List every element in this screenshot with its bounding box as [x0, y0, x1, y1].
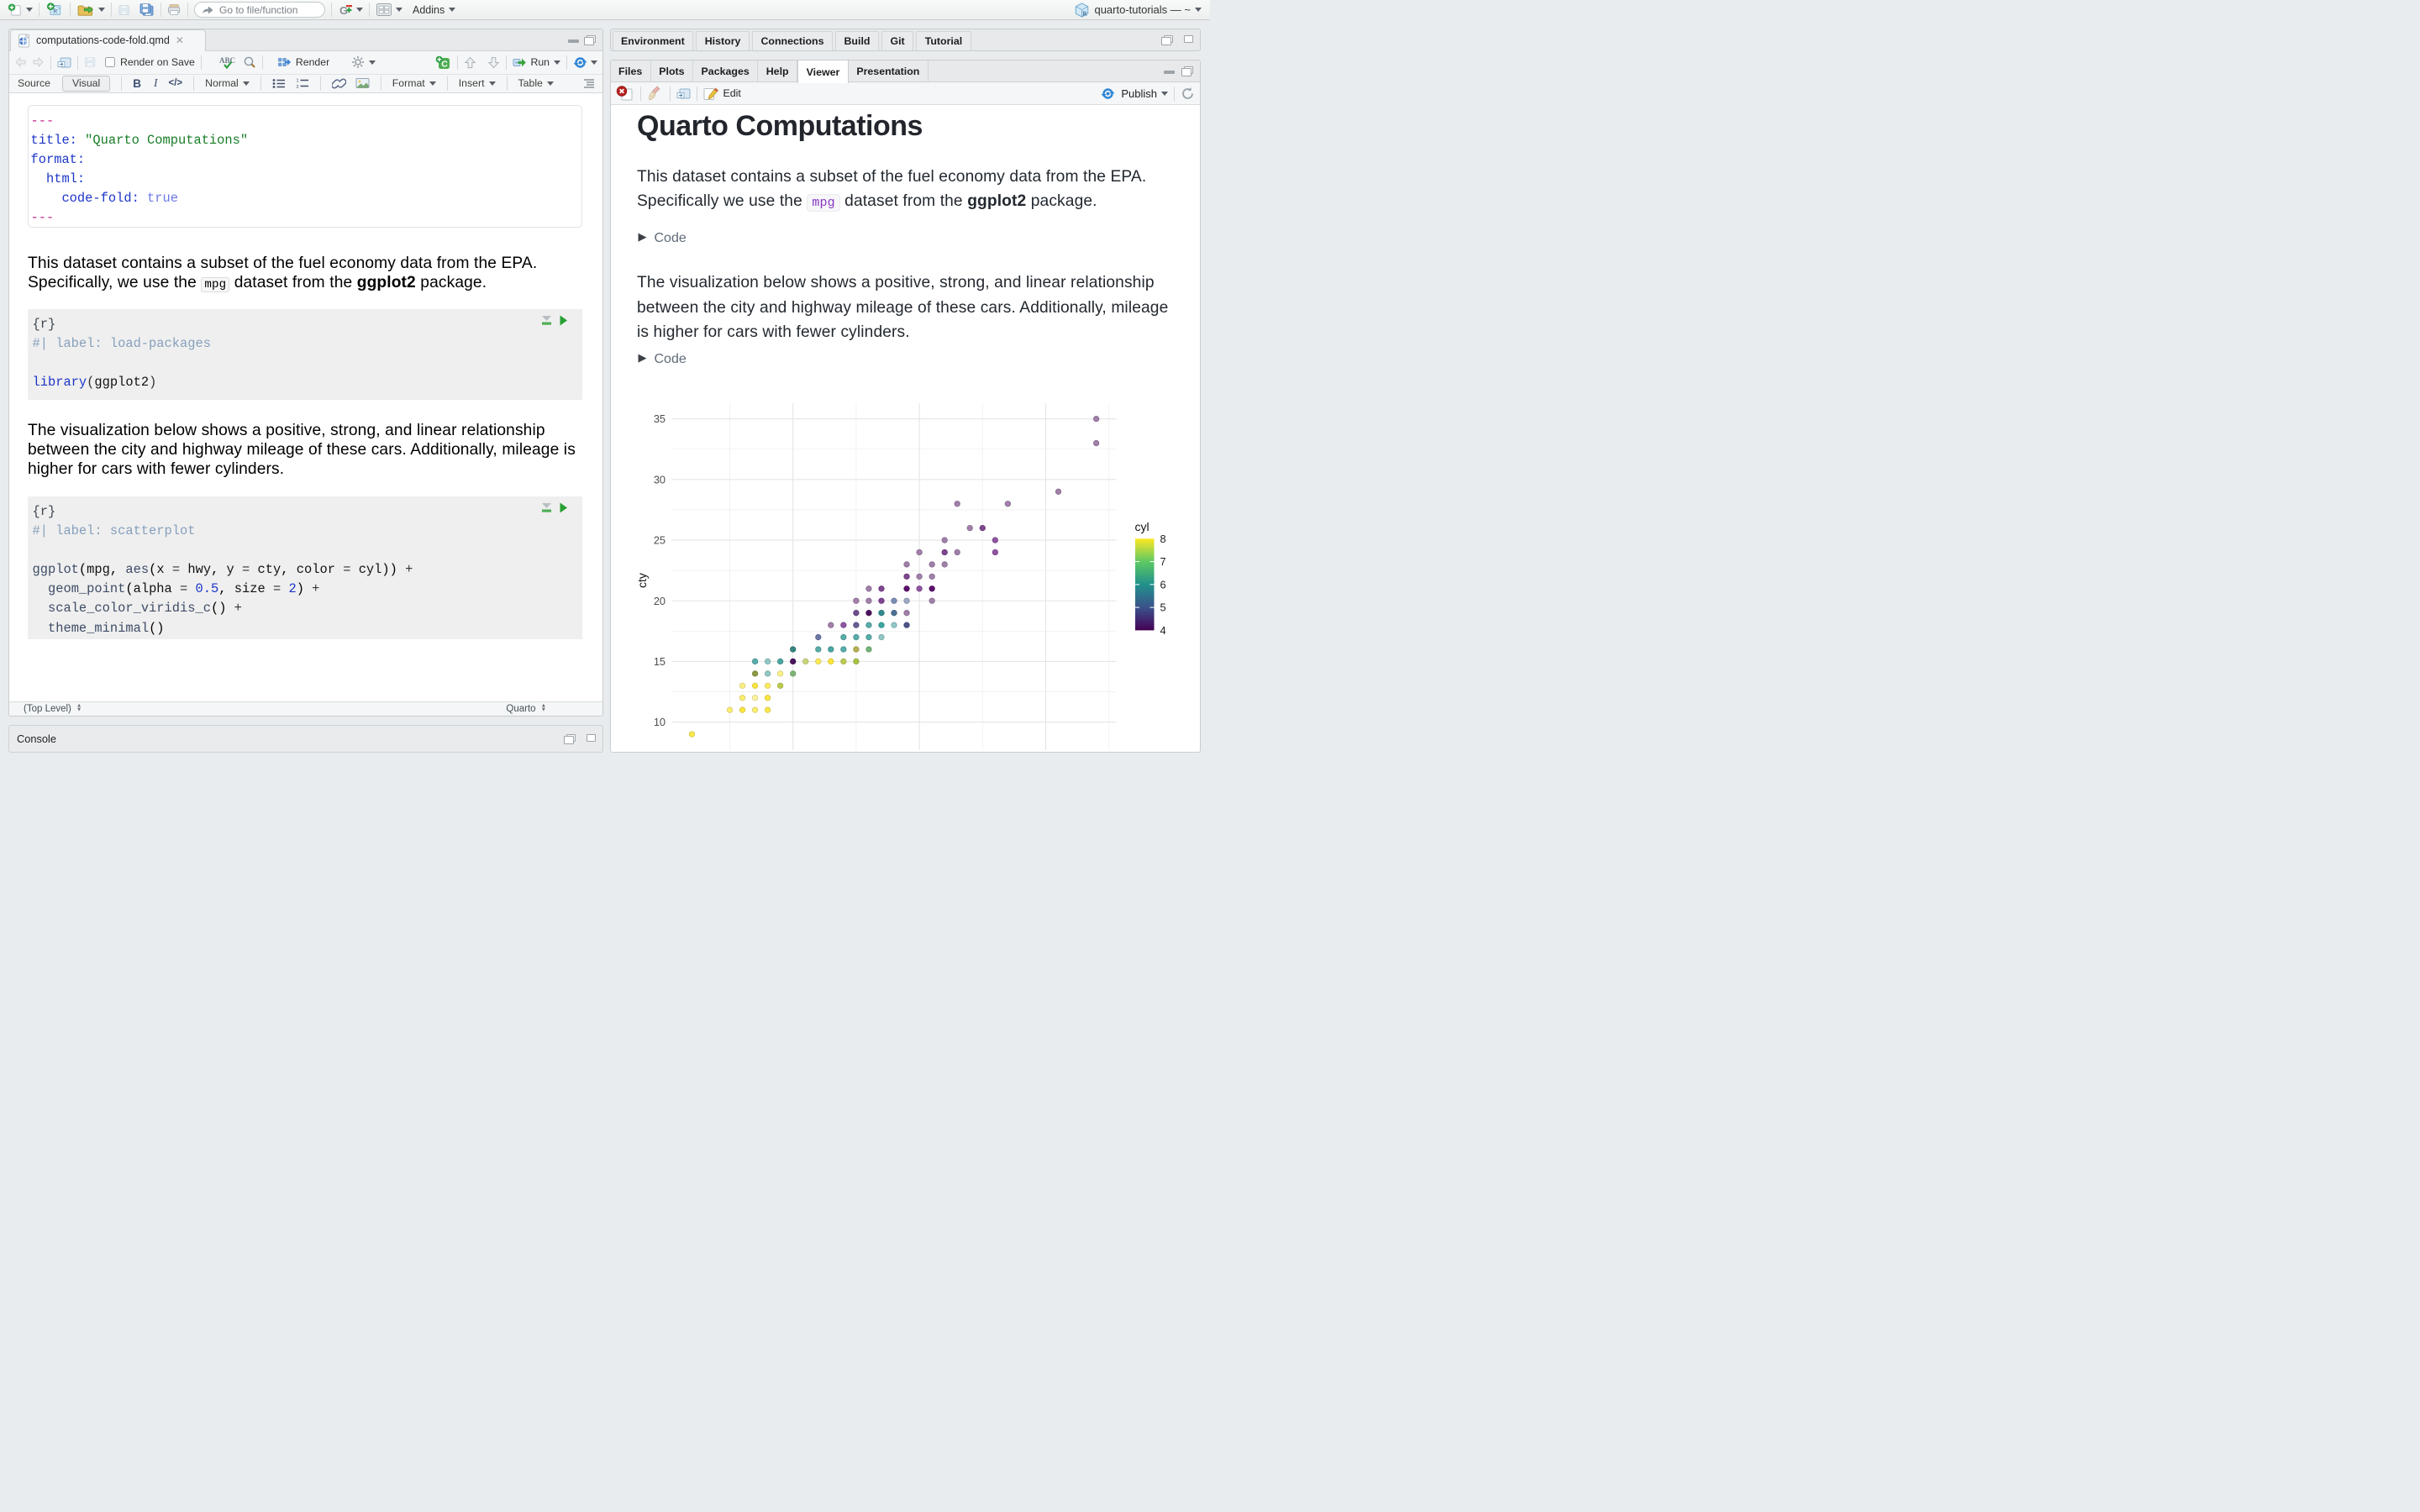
svg-text:R: R — [1083, 10, 1088, 17]
svg-text:4: 4 — [1160, 624, 1165, 637]
svg-text:25: 25 — [653, 534, 665, 547]
svg-text:30: 30 — [653, 473, 665, 486]
svg-text:6: 6 — [1160, 578, 1165, 591]
svg-text:10: 10 — [653, 716, 665, 728]
svg-text:7: 7 — [1160, 555, 1165, 568]
svg-text:1: 1 — [296, 78, 298, 83]
svg-text:35: 35 — [653, 412, 665, 425]
svg-text:15: 15 — [653, 655, 665, 668]
svg-text:2: 2 — [296, 85, 298, 89]
svg-text:cyl: cyl — [1134, 520, 1149, 533]
svg-text:C: C — [442, 59, 449, 69]
svg-text:8: 8 — [1160, 533, 1165, 545]
svg-text:ABC: ABC — [219, 56, 235, 65]
svg-text:5: 5 — [1160, 601, 1165, 614]
svg-text:20: 20 — [653, 595, 665, 607]
svg-text:cty: cty — [635, 573, 649, 588]
